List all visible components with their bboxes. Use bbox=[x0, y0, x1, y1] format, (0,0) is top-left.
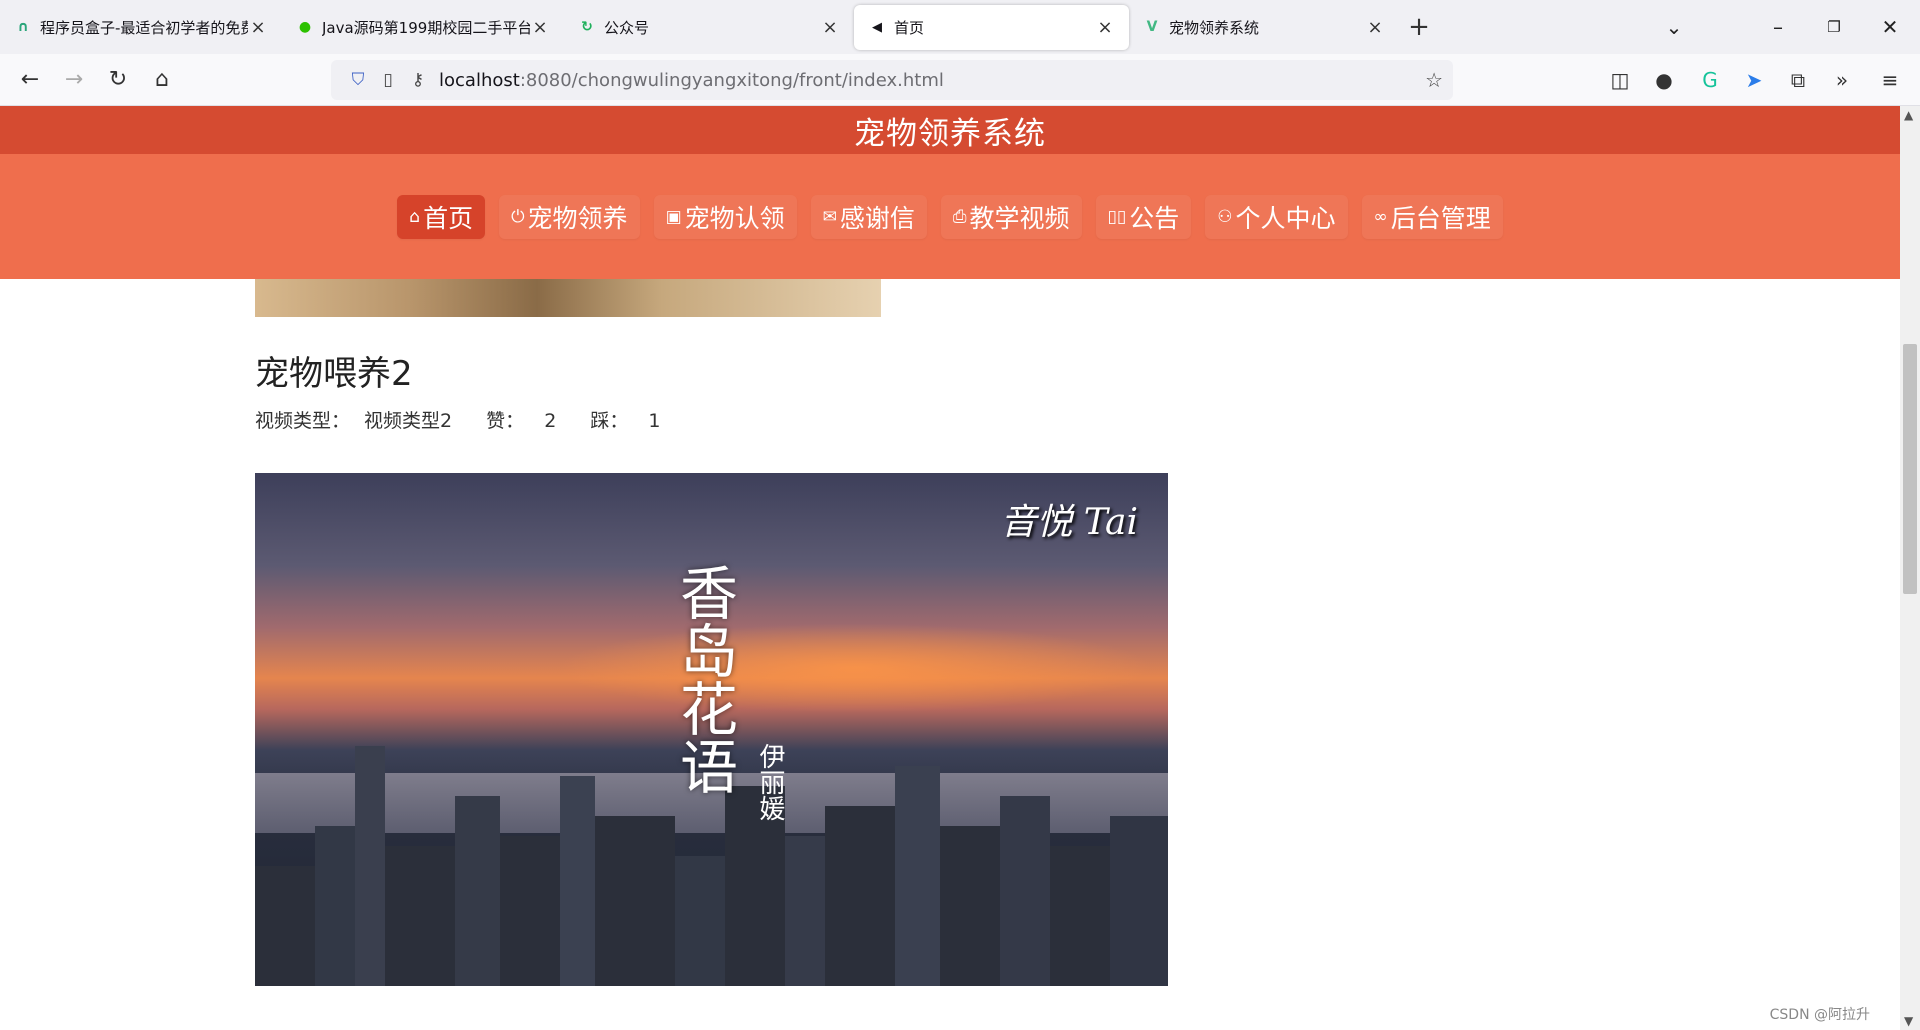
video-watermark: 音悦 Tai bbox=[1000, 502, 1138, 543]
menu-label: 感谢信 bbox=[839, 203, 915, 233]
type-value: 视频类型2 bbox=[364, 410, 453, 432]
page-scrollbar[interactable]: ▲ ▼ bbox=[1900, 106, 1920, 1030]
menu-label: 教学视频 bbox=[969, 203, 1070, 233]
tab-title: 程序员盒子-最适合初学者的免费 bbox=[40, 18, 248, 37]
pocket-icon[interactable]: ◫ bbox=[1598, 54, 1642, 106]
menu-item-thanks[interactable]: ✉ 感谢信 bbox=[810, 194, 927, 239]
browser-tab-1[interactable]: ∩ 程序员盒子-最适合初学者的免费 × bbox=[0, 0, 282, 54]
menu-item-claim[interactable]: ▣ 宠物认领 bbox=[653, 194, 797, 239]
url-path: :8080/chongwulingyangxitong/front/index.… bbox=[519, 69, 944, 91]
back-button[interactable]: ← bbox=[8, 58, 52, 102]
user-icon: ⚇ bbox=[1217, 206, 1233, 227]
type-label: 视频类型： bbox=[255, 410, 351, 432]
site-title: 宠物领养系统 bbox=[0, 106, 1900, 154]
video-caption: 香岛花语 bbox=[670, 563, 738, 795]
close-window-button[interactable]: ✕ bbox=[1862, 0, 1918, 54]
menu-label: 宠物认领 bbox=[684, 203, 785, 233]
menu-label: 首页 bbox=[423, 203, 474, 233]
navigation-toolbar: ← → ↻ ⌂ ⛉ ▯ ⚷ localhost:8080/chongwuling… bbox=[0, 54, 1920, 106]
city-skyline bbox=[255, 746, 1168, 986]
vue-logo-icon: V bbox=[1146, 19, 1158, 35]
grammarly-icon[interactable]: G bbox=[1688, 54, 1732, 106]
dislike-label: 踩： bbox=[590, 410, 629, 432]
video-meta: 视频类型： 视频类型2 赞： 2 踩： 1 bbox=[255, 406, 689, 433]
dislike-count: 1 bbox=[648, 410, 661, 432]
key-icon[interactable]: ⚷ bbox=[403, 70, 433, 90]
menu-label: 宠物领养 bbox=[527, 203, 628, 233]
close-icon[interactable]: × bbox=[248, 17, 268, 38]
menu-label: 公告 bbox=[1129, 203, 1180, 233]
home-button[interactable]: ⌂ bbox=[140, 58, 184, 102]
scroll-down-icon[interactable]: ▼ bbox=[1904, 1014, 1913, 1028]
tab-title: 公众号 bbox=[604, 18, 650, 37]
forward-button[interactable]: → bbox=[52, 58, 96, 102]
browser-tab-3[interactable]: ↻ 公众号 × bbox=[564, 0, 854, 54]
csdn-watermark: CSDN @阿拉升 bbox=[1769, 1007, 1870, 1023]
printer-icon: ⎙ bbox=[952, 206, 967, 227]
power-icon: ⏻ bbox=[511, 206, 525, 227]
close-icon[interactable]: × bbox=[1095, 17, 1115, 38]
tab-title: Java源码第199期校园二手平台 bbox=[322, 18, 530, 37]
mail-icon: ✉ bbox=[822, 206, 837, 227]
box-logo-icon: ∩ bbox=[17, 19, 29, 35]
reload-button[interactable]: ↻ bbox=[96, 58, 140, 102]
sunset-glow bbox=[555, 623, 1155, 713]
video-caption-author: 伊丽媛 bbox=[755, 743, 785, 821]
menu-item-adopt[interactable]: ⏻ 宠物领养 bbox=[499, 194, 640, 239]
tab-title: 首页 bbox=[894, 19, 925, 37]
profile-avatar-icon[interactable]: ● bbox=[1642, 54, 1686, 106]
menu-item-admin[interactable]: ∞ 后台管理 bbox=[1361, 194, 1503, 239]
type-field: 视频类型： 视频类型2 bbox=[255, 410, 466, 432]
cursor-extension-icon[interactable]: ➤ bbox=[1732, 54, 1776, 106]
close-icon[interactable]: × bbox=[1365, 17, 1385, 38]
menu-icon[interactable]: ≡ bbox=[1868, 54, 1912, 106]
scrollbar-thumb[interactable] bbox=[1903, 344, 1917, 594]
dislike-field: 踩： 1 bbox=[590, 410, 674, 432]
close-icon[interactable]: × bbox=[820, 17, 840, 38]
tab-title: 宠物领养系统 bbox=[1169, 18, 1260, 37]
scroll-up-icon[interactable]: ▲ bbox=[1904, 108, 1913, 122]
menu-item-home[interactable]: ⌂ 首页 bbox=[397, 194, 486, 239]
menu-item-profile[interactable]: ⚇ 个人中心 bbox=[1205, 194, 1348, 239]
overflow-chevron-icon[interactable]: » bbox=[1820, 54, 1864, 106]
browser-tab-4[interactable]: ◀ 首页 × bbox=[854, 5, 1129, 50]
menu-label: 后台管理 bbox=[1390, 203, 1491, 233]
previous-item-image bbox=[255, 279, 881, 317]
restore-button[interactable]: ❐ bbox=[1806, 0, 1862, 54]
minimize-button[interactable]: – bbox=[1750, 0, 1806, 54]
link-icon: ∞ bbox=[1373, 206, 1388, 227]
site-menu: ⌂ 首页 ⏻ 宠物领养 ▣ 宠物认领 ✉ 感谢信 ⎙ 教学视频 ▯▯ 公告 ⚇ … bbox=[0, 154, 1900, 279]
home-icon: ⌂ bbox=[409, 206, 421, 227]
browser-tab-2[interactable]: ● Java源码第199期校园二手平台 × bbox=[282, 0, 564, 54]
extensions-icon[interactable]: ⧉ bbox=[1776, 54, 1820, 106]
like-field: 赞： 2 bbox=[486, 410, 570, 432]
page-viewport: 宠物领养系统 ⌂ 首页 ⏻ 宠物领养 ▣ 宠物认领 ✉ 感谢信 ⎙ 教学视频 ▯… bbox=[0, 106, 1900, 1030]
browser-tab-5[interactable]: V 宠物领养系统 × bbox=[1129, 0, 1399, 54]
menu-item-notice[interactable]: ▯▯ 公告 bbox=[1095, 194, 1192, 239]
video-title: 宠物喂养2 bbox=[255, 354, 413, 394]
close-icon[interactable]: × bbox=[530, 17, 550, 38]
tab-list-chevron-icon[interactable]: ⌄ bbox=[1646, 0, 1702, 54]
speaker-icon: ◀ bbox=[872, 20, 882, 35]
tab-strip: ∩ 程序员盒子-最适合初学者的免费 × ● Java源码第199期校园二手平台 … bbox=[0, 0, 1920, 54]
bookmark-star-icon[interactable]: ☆ bbox=[1425, 68, 1443, 92]
url-bar[interactable]: ⛉ ▯ ⚷ localhost:8080/chongwulingyangxito… bbox=[331, 60, 1453, 100]
shield-icon[interactable]: ⛉ bbox=[343, 70, 373, 90]
wechat-icon: ● bbox=[298, 19, 312, 35]
menu-label: 个人中心 bbox=[1235, 203, 1336, 233]
menu-item-videos[interactable]: ⎙ 教学视频 bbox=[940, 194, 1082, 239]
like-count: 2 bbox=[544, 410, 557, 432]
gift-icon: ▣ bbox=[665, 206, 682, 227]
page-icon[interactable]: ▯ bbox=[373, 70, 403, 90]
like-label: 赞： bbox=[486, 410, 525, 432]
new-tab-button[interactable]: + bbox=[1399, 0, 1439, 54]
book-icon: ▯▯ bbox=[1107, 206, 1127, 227]
url-text[interactable]: localhost:8080/chongwulingyangxitong/fro… bbox=[439, 70, 944, 91]
url-host: localhost bbox=[439, 69, 520, 91]
video-player[interactable]: 音悦 Tai 香岛花语 伊丽媛 bbox=[255, 473, 1168, 986]
share-logo-icon: ↻ bbox=[581, 19, 593, 35]
